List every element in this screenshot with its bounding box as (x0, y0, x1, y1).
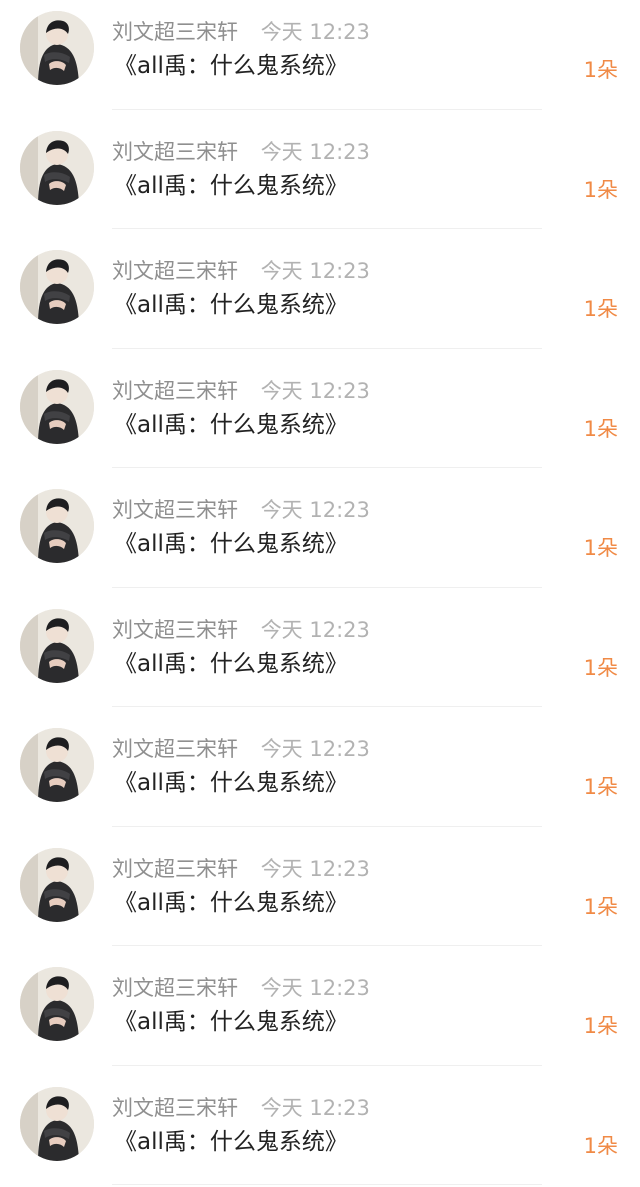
gift-count: 1朵 (583, 177, 618, 202)
list-item[interactable]: 刘文超三宋轩 今天 12:23 《all禹：什么鬼系统》 1朵 (0, 120, 640, 240)
user-avatar-icon[interactable] (20, 847, 94, 922)
work-title[interactable]: 《all禹：什么鬼系统》 (114, 50, 348, 82)
gift-count: 1朵 (583, 655, 618, 680)
row-divider (112, 945, 542, 946)
user-avatar-icon[interactable] (20, 728, 94, 802)
list-item[interactable]: 刘文超三宋轩 今天 12:23 《all禹：什么鬼系统》 1朵 (0, 837, 640, 957)
author-name[interactable]: 刘文超三宋轩 (112, 618, 238, 642)
row-divider (112, 1184, 542, 1185)
user-avatar-icon[interactable] (20, 1086, 94, 1161)
list-item[interactable]: 刘文超三宋轩 今天 12:23 《all禹：什么鬼系统》 1朵 (0, 717, 640, 837)
user-avatar-icon[interactable] (20, 250, 94, 324)
item-meta: 刘文超三宋轩 今天 12:23 (112, 1094, 370, 1122)
item-meta: 刘文超三宋轩 今天 12:23 (112, 377, 370, 405)
row-divider (112, 228, 542, 229)
work-title[interactable]: 《all禹：什么鬼系统》 (114, 170, 348, 202)
gift-count: 1朵 (583, 58, 618, 82)
work-title[interactable]: 《all禹：什么鬼系统》 (114, 1126, 348, 1158)
author-name[interactable]: 刘文超三宋轩 (112, 379, 238, 403)
author-name[interactable]: 刘文超三宋轩 (112, 1096, 238, 1120)
gift-count: 1朵 (583, 1133, 618, 1158)
work-title[interactable]: 《all禹：什么鬼系统》 (114, 767, 348, 799)
timestamp: 今天 12:23 (260, 737, 370, 761)
timestamp: 今天 12:23 (260, 20, 370, 44)
user-avatar-icon[interactable] (20, 130, 94, 205)
timestamp: 今天 12:23 (260, 976, 370, 1000)
gift-count: 1朵 (583, 416, 618, 441)
list-item[interactable]: 刘文超三宋轩 今天 12:23 《all禹：什么鬼系统》 1朵 (0, 598, 640, 718)
gift-count: 1朵 (583, 536, 618, 560)
gift-record-list: 刘文超三宋轩 今天 12:23 《all禹：什么鬼系统》 1朵 刘文超三宋轩 今… (0, 0, 640, 1187)
item-meta: 刘文超三宋轩 今天 12:23 (112, 735, 370, 763)
user-avatar-icon[interactable] (20, 967, 94, 1041)
work-title[interactable]: 《all禹：什么鬼系统》 (114, 528, 348, 560)
timestamp: 今天 12:23 (260, 378, 370, 403)
row-divider (112, 825, 542, 827)
gift-count: 1朵 (583, 297, 618, 321)
gift-count: 1朵 (583, 1014, 618, 1038)
author-name[interactable]: 刘文超三宋轩 (112, 737, 238, 761)
author-name[interactable]: 刘文超三宋轩 (112, 20, 238, 44)
work-title[interactable]: 《all禹：什么鬼系统》 (114, 289, 348, 321)
work-title[interactable]: 《all禹：什么鬼系统》 (114, 887, 348, 919)
timestamp: 今天 12:23 (260, 259, 370, 283)
author-name[interactable]: 刘文超三宋轩 (112, 857, 238, 881)
timestamp: 今天 12:23 (260, 1095, 370, 1120)
item-meta: 刘文超三宋轩 今天 12:23 (112, 496, 370, 524)
row-divider (112, 706, 542, 707)
list-item[interactable]: 刘文超三宋轩 今天 12:23 《all禹：什么鬼系统》 1朵 (0, 478, 640, 598)
list-item[interactable]: 刘文超三宋轩 今天 12:23 《all禹：什么鬼系统》 1朵 (0, 239, 640, 359)
user-avatar-icon[interactable] (20, 369, 94, 444)
item-meta: 刘文超三宋轩 今天 12:23 (112, 257, 370, 285)
user-avatar-icon[interactable] (20, 11, 94, 85)
row-divider (112, 467, 542, 468)
list-item[interactable]: 刘文超三宋轩 今天 12:23 《all禹：什么鬼系统》 1朵 (0, 359, 640, 479)
item-meta: 刘文超三宋轩 今天 12:23 (112, 855, 370, 883)
row-divider (112, 108, 542, 110)
user-avatar-icon[interactable] (20, 489, 94, 563)
gift-count: 1朵 (583, 775, 618, 799)
row-divider (112, 347, 542, 349)
work-title[interactable]: 《all禹：什么鬼系统》 (114, 409, 348, 441)
timestamp: 今天 12:23 (260, 498, 370, 522)
row-divider (112, 586, 542, 588)
timestamp: 今天 12:23 (260, 856, 370, 881)
list-item[interactable]: 刘文超三宋轩 今天 12:23 《all禹：什么鬼系统》 1朵 (0, 0, 640, 120)
work-title[interactable]: 《all禹：什么鬼系统》 (114, 648, 348, 680)
item-meta: 刘文超三宋轩 今天 12:23 (112, 616, 370, 644)
author-name[interactable]: 刘文超三宋轩 (112, 498, 238, 522)
timestamp: 今天 12:23 (260, 139, 370, 164)
timestamp: 今天 12:23 (260, 617, 370, 642)
user-avatar-icon[interactable] (20, 608, 94, 683)
list-item[interactable]: 刘文超三宋轩 今天 12:23 《all禹：什么鬼系统》 1朵 (0, 1076, 640, 1187)
work-title[interactable]: 《all禹：什么鬼系统》 (114, 1006, 348, 1038)
item-meta: 刘文超三宋轩 今天 12:23 (112, 138, 370, 166)
list-item[interactable]: 刘文超三宋轩 今天 12:23 《all禹：什么鬼系统》 1朵 (0, 956, 640, 1076)
row-divider (112, 1064, 542, 1066)
gift-count: 1朵 (583, 894, 618, 919)
author-name[interactable]: 刘文超三宋轩 (112, 140, 238, 164)
item-meta: 刘文超三宋轩 今天 12:23 (112, 18, 370, 46)
author-name[interactable]: 刘文超三宋轩 (112, 259, 238, 283)
author-name[interactable]: 刘文超三宋轩 (112, 976, 238, 1000)
item-meta: 刘文超三宋轩 今天 12:23 (112, 974, 370, 1002)
